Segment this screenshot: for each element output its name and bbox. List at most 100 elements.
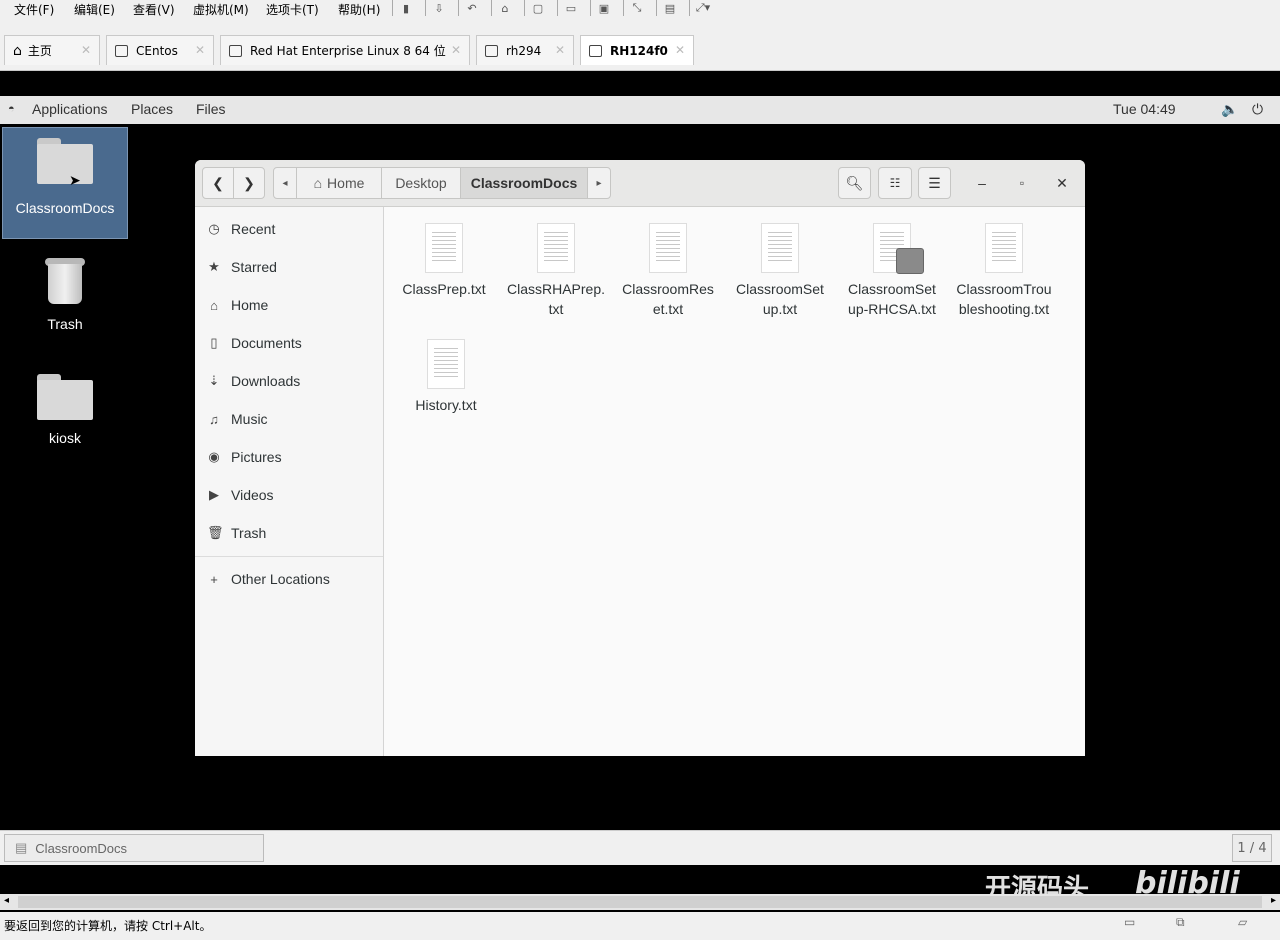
close-icon[interactable]: ✕ [451,43,461,57]
search-button[interactable]: 🔍︎ [838,167,871,199]
breadcrumb-home[interactable]: ⌂ Home [296,167,382,199]
sidebar-item-starred[interactable]: ★ Starred [207,255,277,279]
desktop-icon-label: ClassroomDocs [15,200,115,216]
desktop-icon-kiosk[interactable]: kiosk [3,374,127,454]
unity-icon[interactable]: ▭ [557,0,584,16]
list-view-icon: ☷ [889,176,901,190]
home-icon: ⌂ [13,42,22,59]
home-folder-icon [37,374,93,420]
close-icon[interactable]: ✕ [675,43,685,57]
close-icon[interactable]: ✕ [81,43,91,57]
vm-tab-rhel8[interactable]: Red Hat Enterprise Linux 8 64 位 ✕ [220,35,470,65]
desktop-icon-trash[interactable]: Trash [3,258,127,338]
volume-icon[interactable]: 🔈 [1221,101,1238,118]
vm-tab-centos[interactable]: CEntos ✕ [106,35,214,65]
vm-tab-label: CEntos [136,43,178,58]
music-icon: ♫ [209,411,219,427]
menu-edit[interactable]: 编辑(E) [74,1,115,18]
places-sidebar: ◷ Recent ★ Starred ⌂ Home ▯ Documents ⇣ Downl… [195,207,384,756]
redhat-icon: ◓ [8,103,15,115]
power-icon[interactable]: ▮ [392,0,419,16]
breadcrumb-classroomdocs[interactable]: ClassroomDocs [460,167,588,199]
file-manager-window: ❮ ❯ ◂ ⌂ Home Desktop ClassroomDocs ▸ 🔍︎ … [195,160,1085,756]
path-scroll-right-button[interactable]: ▸ [587,167,611,199]
revert-icon[interactable]: ↶ [458,0,485,16]
sidebar-item-pictures[interactable]: ◉ Pictures [207,445,281,469]
close-button[interactable]: ✕ [1052,173,1072,193]
applications-menu[interactable]: Applications [32,101,108,117]
message-icon[interactable]: ▱ [1238,915,1247,929]
sidebar-item-videos[interactable]: ▶ Videos [207,483,274,507]
clock[interactable]: Tue 04:49 [1113,101,1176,117]
breadcrumb-desktop[interactable]: Desktop [381,167,461,199]
vm-icon [229,44,242,57]
hamburger-icon: ☰ [928,174,941,191]
document-icon: ▯ [210,335,218,350]
places-menu[interactable]: Places [131,101,173,117]
hdd-icon[interactable]: ▭ [1124,915,1135,929]
scroll-right-icon[interactable]: ▸ [1271,895,1276,906]
network-icon[interactable]: ⧉ [1176,915,1185,930]
release-hint: 要返回到您的计算机，请按 Ctrl+Alt。 [4,919,212,933]
file-item[interactable]: ClassroomRes et.txt [612,223,724,319]
menu-view[interactable]: 查看(V) [133,1,175,18]
menu-tabs[interactable]: 选项卡(T) [266,1,319,18]
menu-vm[interactable]: 虚拟机(M) [193,1,249,18]
back-button[interactable]: ❮ [202,167,234,199]
desktop-icon-classroomdocs[interactable]: ClassroomDocs ➤ [2,127,128,239]
files-app-menu[interactable]: Files [196,101,226,117]
trash-icon [45,258,85,304]
vm-tab-rh294[interactable]: rh294 ✕ [476,35,574,65]
gnome-topbar: ◓ Applications Places Files Tue 04:49 🔈 … [0,96,1280,124]
text-file-icon [537,223,575,273]
console-icon[interactable]: ▤ [656,0,683,16]
sidebar-item-trash[interactable]: 🗑︎ Trash [207,521,266,545]
workspace-indicator[interactable]: 1 / 4 [1232,834,1272,862]
sidebar-item-home[interactable]: ⌂ Home [207,293,268,317]
close-icon[interactable]: ✕ [555,43,565,57]
vm-tab-rh124f0[interactable]: RH124f0 ✕ [580,35,694,65]
taskbar-window-item[interactable]: ▤ ClassroomDocs [4,834,264,862]
vm-tab-label: Red Hat Enterprise Linux 8 64 位 [250,44,446,58]
menu-button[interactable]: ☰ [918,167,951,199]
snapshot-icon[interactable]: ⌂ [491,0,518,16]
folder-icon [37,138,93,184]
vm-tab-label: 主页 [27,44,52,58]
stretch-icon[interactable]: ⤡ [623,0,650,16]
sidebar-item-recent[interactable]: ◷ Recent [207,217,275,241]
forward-button[interactable]: ❯ [233,167,265,199]
sidebar-item-downloads[interactable]: ⇣ Downloads [207,369,301,393]
search-icon: 🔍︎ [845,174,864,191]
scroll-left-icon[interactable]: ◂ [4,895,9,906]
file-item[interactable]: ClassroomSet up-RHCSA.txt [836,223,948,319]
vm-toolbar: ▮ ⇩ ↶ ⌂ ▢ ▭ ▣ ⤡ ▤ ⤢▾ [392,0,716,18]
menu-file[interactable]: 文件(F) [14,1,54,18]
vm-icon [485,44,498,57]
sidebar-item-music[interactable]: ♫ Music [207,407,267,431]
vm-tab-home[interactable]: ⌂ 主页 ✕ [4,35,100,65]
suspend-icon[interactable]: ⇩ [425,0,452,16]
view-toggle-button[interactable]: ☷ [878,167,912,199]
scroll-track[interactable] [18,896,1262,908]
fullscreen-icon[interactable]: ▢ [524,0,551,16]
horizontal-scrollbar[interactable]: ◂ ▸ [0,894,1280,910]
file-item[interactable]: ClassPrep.txt [388,223,500,299]
camera-icon: ◉ [208,449,220,464]
power-icon[interactable]: ⏻ [1252,101,1263,118]
file-item[interactable]: History.txt [390,339,502,415]
video-icon: ▶ [209,487,219,502]
path-scroll-left-button[interactable]: ◂ [273,167,297,199]
sidebar-item-other-locations[interactable]: + Other Locations [207,567,330,591]
text-file-icon [427,339,465,389]
file-item[interactable]: ClassRHAPrep. txt [500,223,612,319]
view-icon[interactable]: ▣ [590,0,617,16]
file-item[interactable]: ClassroomSet up.txt [724,223,836,319]
file-item[interactable]: ClassroomTrou bleshooting.txt [948,223,1060,319]
menu-help[interactable]: 帮助(H) [338,1,380,18]
view-options-icon[interactable]: ⤢▾ [689,0,716,16]
maximize-button[interactable]: ▫ [1012,173,1032,193]
close-icon[interactable]: ✕ [195,43,205,57]
sidebar-item-documents[interactable]: ▯ Documents [207,331,301,355]
vm-tab-label: RH124f0 [610,43,668,58]
minimize-button[interactable]: – [972,173,992,193]
